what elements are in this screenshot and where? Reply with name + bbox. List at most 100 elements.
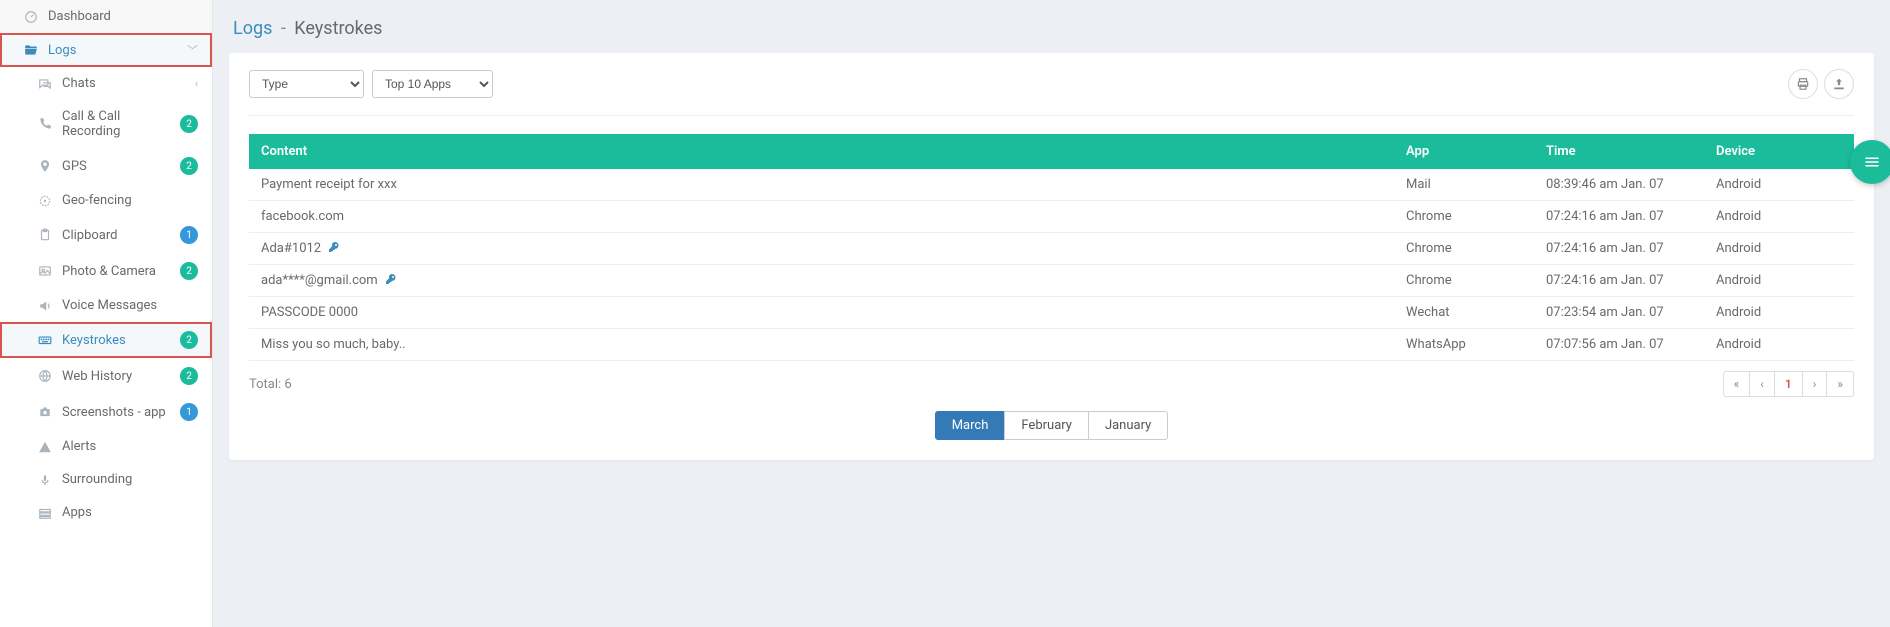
sidebar-item-call-call-recording[interactable]: Call & Call Recording2 bbox=[0, 100, 212, 148]
sidebar-item-photo-camera[interactable]: Photo & Camera2 bbox=[0, 253, 212, 289]
cell-content: ada****@gmail.com bbox=[249, 265, 1394, 297]
page-last[interactable]: » bbox=[1827, 371, 1854, 397]
floating-menu-button[interactable] bbox=[1850, 140, 1890, 184]
cell-device: Android bbox=[1704, 297, 1854, 329]
sidebar-item-label: Dashboard bbox=[48, 9, 198, 24]
sidebar-item-label: Web History bbox=[62, 369, 180, 384]
cell-time: 07:24:16 am Jan. 07 bbox=[1534, 201, 1704, 233]
month-tab-march[interactable]: March bbox=[935, 411, 1006, 440]
sidebar-item-label: Keystrokes bbox=[62, 333, 180, 348]
cell-app: Wechat bbox=[1394, 297, 1534, 329]
breadcrumb-separator: - bbox=[281, 18, 286, 39]
dashboard-icon bbox=[22, 10, 40, 24]
toolbar: Type Top 10 Apps bbox=[249, 69, 1854, 116]
clipboard-icon bbox=[36, 228, 54, 242]
sidebar-item-label: Logs bbox=[48, 43, 187, 58]
sidebar-item-web-history[interactable]: Web History2 bbox=[0, 358, 212, 394]
count-badge: 2 bbox=[180, 262, 198, 280]
sidebar-item-label: Voice Messages bbox=[62, 298, 198, 313]
breadcrumb-parent[interactable]: Logs bbox=[233, 18, 272, 39]
sidebar-item-screenshots-app[interactable]: Screenshots - app1 bbox=[0, 394, 212, 430]
sidebar-item-label: Apps bbox=[62, 505, 198, 520]
cell-device: Android bbox=[1704, 265, 1854, 297]
count-badge: 2 bbox=[180, 367, 198, 385]
apps-icon bbox=[36, 506, 54, 520]
key-icon bbox=[328, 241, 340, 255]
page-next[interactable]: › bbox=[1803, 371, 1828, 397]
page-number[interactable]: 1 bbox=[1775, 371, 1803, 397]
sidebar-item-label: Screenshots - app bbox=[62, 405, 180, 420]
breadcrumb-current: Keystrokes bbox=[294, 18, 382, 39]
print-button[interactable] bbox=[1788, 69, 1818, 99]
cell-app: Chrome bbox=[1394, 265, 1534, 297]
filter-type-select[interactable]: Type bbox=[249, 70, 364, 98]
cell-app: WhatsApp bbox=[1394, 329, 1534, 361]
table-row[interactable]: facebook.comChrome07:24:16 am Jan. 07And… bbox=[249, 201, 1854, 233]
month-tab-february[interactable]: February bbox=[1004, 411, 1089, 440]
table-row[interactable]: Payment receipt for xxxMail08:39:46 am J… bbox=[249, 169, 1854, 201]
sidebar-item-keystrokes[interactable]: Keystrokes2 bbox=[0, 322, 212, 358]
screenshots-app-icon bbox=[36, 405, 54, 419]
cell-content: Miss you so much, baby.. bbox=[249, 329, 1394, 361]
photo-camera-icon bbox=[36, 264, 54, 278]
key-icon bbox=[385, 273, 397, 287]
sidebar-item-logs[interactable]: Logs ﹀ bbox=[0, 33, 212, 67]
sidebar-item-surrounding[interactable]: Surrounding bbox=[0, 463, 212, 496]
cell-device: Android bbox=[1704, 201, 1854, 233]
col-content[interactable]: Content bbox=[249, 134, 1394, 169]
cell-time: 07:24:16 am Jan. 07 bbox=[1534, 233, 1704, 265]
month-tab-january[interactable]: January bbox=[1088, 411, 1168, 440]
sidebar-item-chats[interactable]: Chats‹ bbox=[0, 67, 212, 100]
count-badge: 2 bbox=[180, 331, 198, 349]
count-badge: 1 bbox=[180, 226, 198, 244]
page-first[interactable]: « bbox=[1723, 371, 1751, 397]
sidebar-item-clipboard[interactable]: Clipboard1 bbox=[0, 217, 212, 253]
cell-app: Chrome bbox=[1394, 233, 1534, 265]
count-badge: 1 bbox=[180, 403, 198, 421]
web-history-icon bbox=[36, 369, 54, 383]
total-count: Total: 6 bbox=[249, 377, 292, 392]
table-row[interactable]: ada****@gmail.com Chrome07:24:16 am Jan.… bbox=[249, 265, 1854, 297]
gps-icon bbox=[36, 159, 54, 173]
chevron-down-icon: ﹀ bbox=[187, 42, 198, 58]
cell-device: Android bbox=[1704, 329, 1854, 361]
geo-fencing-icon bbox=[36, 194, 54, 208]
col-app[interactable]: App bbox=[1394, 134, 1534, 169]
col-device[interactable]: Device bbox=[1704, 134, 1854, 169]
cell-device: Android bbox=[1704, 233, 1854, 265]
table-row[interactable]: Miss you so much, baby..WhatsApp07:07:56… bbox=[249, 329, 1854, 361]
keystrokes-icon bbox=[36, 333, 54, 347]
sidebar-item-alerts[interactable]: Alerts bbox=[0, 430, 212, 463]
sidebar-item-gps[interactable]: GPS2 bbox=[0, 148, 212, 184]
cell-time: 07:07:56 am Jan. 07 bbox=[1534, 329, 1704, 361]
sidebar-item-voice-messages[interactable]: Voice Messages bbox=[0, 289, 212, 322]
col-time[interactable]: Time bbox=[1534, 134, 1704, 169]
sidebar-item-geo-fencing[interactable]: Geo-fencing bbox=[0, 184, 212, 217]
cell-app: Chrome bbox=[1394, 201, 1534, 233]
print-icon bbox=[1796, 77, 1810, 91]
folder-open-icon bbox=[22, 43, 40, 57]
count-badge: 2 bbox=[180, 157, 198, 175]
surrounding-icon bbox=[36, 473, 54, 487]
sidebar-item-dashboard[interactable]: Dashboard bbox=[0, 0, 212, 33]
chats-icon bbox=[36, 77, 54, 91]
export-button[interactable] bbox=[1824, 69, 1854, 99]
keystrokes-table: Content App Time Device Payment receipt … bbox=[249, 134, 1854, 361]
table-footer: Total: 6 « ‹ 1 › » bbox=[249, 371, 1854, 397]
sidebar-submenu: Chats‹Call & Call Recording2GPS2 Geo-fenc… bbox=[0, 67, 212, 529]
export-icon bbox=[1832, 77, 1846, 91]
cell-content: facebook.com bbox=[249, 201, 1394, 233]
cell-content: Payment receipt for xxx bbox=[249, 169, 1394, 201]
table-row[interactable]: Ada#1012 Chrome07:24:16 am Jan. 07Androi… bbox=[249, 233, 1854, 265]
menu-icon bbox=[1863, 153, 1881, 171]
main-content: Logs - Keystrokes Type Top 10 Apps bbox=[213, 0, 1890, 627]
sidebar-item-label: Clipboard bbox=[62, 228, 180, 243]
filter-top-apps-select[interactable]: Top 10 Apps bbox=[372, 70, 493, 98]
cell-device: Android bbox=[1704, 169, 1854, 201]
cell-content: PASSCODE 0000 bbox=[249, 297, 1394, 329]
sidebar-item-label: Geo-fencing bbox=[62, 193, 198, 208]
sidebar-item-apps[interactable]: Apps bbox=[0, 496, 212, 529]
sidebar: Dashboard Logs ﹀ Chats‹Call & Call Recor… bbox=[0, 0, 213, 627]
page-prev[interactable]: ‹ bbox=[1750, 371, 1775, 397]
table-row[interactable]: PASSCODE 0000Wechat07:23:54 am Jan. 07An… bbox=[249, 297, 1854, 329]
